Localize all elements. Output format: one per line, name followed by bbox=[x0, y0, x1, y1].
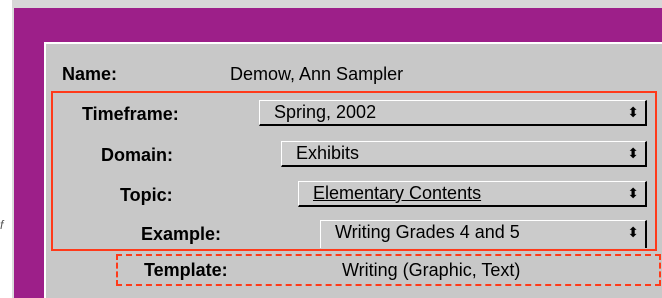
name-value: Demow, Ann Sampler bbox=[230, 64, 404, 84]
name-label: Name: bbox=[62, 64, 118, 84]
domain-label: Domain: bbox=[101, 145, 173, 165]
example-value: Writing Grades 4 and 5 bbox=[335, 222, 520, 242]
topic-label: Topic: bbox=[120, 185, 173, 205]
domain-value: Exhibits bbox=[296, 143, 360, 163]
template-value: Writing (Graphic, Text) bbox=[342, 260, 521, 280]
template-label: Template: bbox=[144, 260, 228, 280]
edge-glyph: f bbox=[0, 218, 4, 232]
topic-select[interactable]: Elementary Contents ⬍ bbox=[298, 181, 647, 207]
domain-select[interactable]: Exhibits ⬍ bbox=[281, 141, 647, 167]
domain-arrows-icon: ⬍ bbox=[627, 145, 639, 161]
timeframe-value: Spring, 2002 bbox=[274, 102, 377, 122]
topic-value: Elementary Contents bbox=[313, 183, 482, 203]
timeframe-select[interactable]: Spring, 2002 ⬍ bbox=[259, 100, 647, 126]
example-label: Example: bbox=[141, 224, 222, 244]
topic-arrows-icon: ⬍ bbox=[627, 185, 639, 201]
example-select[interactable]: Writing Grades 4 and 5 ⬍ bbox=[320, 220, 647, 248]
timeframe-arrows-icon: ⬍ bbox=[627, 104, 639, 120]
top-strip bbox=[12, 0, 662, 8]
template-row: Template: Writing (Graphic, Text) bbox=[116, 254, 661, 286]
example-arrows-icon: ⬍ bbox=[627, 224, 639, 240]
timeframe-label: Timeframe: bbox=[82, 104, 179, 124]
